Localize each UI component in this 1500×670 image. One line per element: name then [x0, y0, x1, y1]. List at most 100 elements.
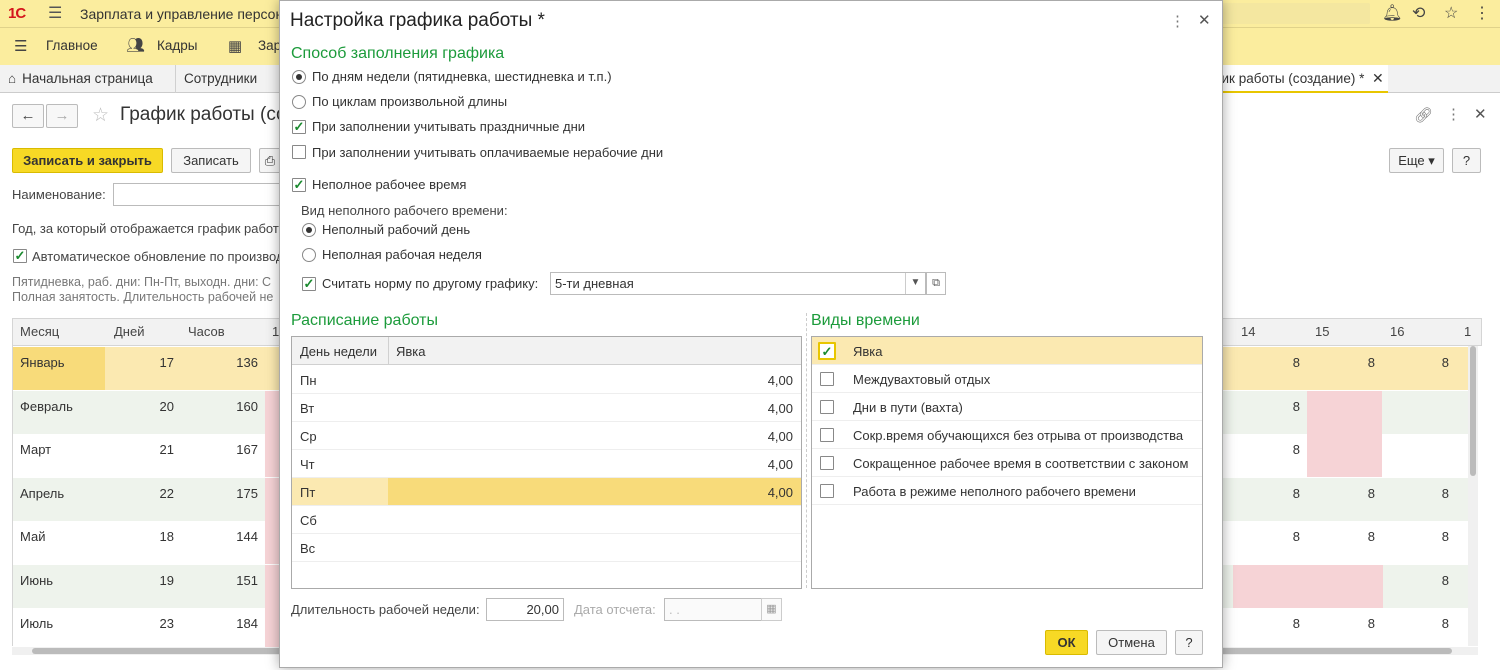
close-icon[interactable]: ✕ [1474, 105, 1487, 123]
holiday-cell [265, 521, 279, 564]
norm-other-checkbox[interactable]: ✓ [302, 277, 316, 291]
weekday-cell: Пн [300, 373, 317, 388]
col-weekday: День недели [300, 344, 377, 359]
favorite-icon[interactable]: ☆ [92, 104, 109, 127]
col-day-15: 15 [1315, 324, 1330, 339]
time-kind-checkbox[interactable] [820, 456, 834, 470]
auto-update-checkbox[interactable]: ✓ [13, 249, 27, 263]
more-label: Еще [1398, 153, 1425, 168]
people-icon: 👥︎ [126, 37, 146, 54]
menu-item-main[interactable]: Главное [46, 38, 98, 53]
time-kind-row[interactable]: Работа в режиме неполного рабочего време… [812, 477, 1202, 505]
more-icon[interactable]: ⋮ [1446, 105, 1461, 123]
more-button[interactable]: Еще ▾ [1389, 148, 1444, 173]
page-title: График работы (со [120, 104, 287, 125]
schedule-row[interactable]: Чт 4,00 [292, 450, 801, 478]
menu-icon[interactable]: ☰ [48, 3, 62, 23]
more-icon[interactable]: ⋮ [1474, 3, 1490, 23]
time-kind-checkbox[interactable] [820, 400, 834, 414]
help-button[interactable]: ? [1452, 148, 1481, 173]
schedule-row[interactable]: Пт 4,00 [292, 478, 801, 506]
tab-employees[interactable]: Сотрудники [176, 65, 280, 93]
time-kind-checkbox[interactable]: ✓ [818, 342, 836, 360]
help-button[interactable]: ? [1175, 630, 1203, 655]
cancel-button[interactable]: Отмена [1096, 630, 1167, 655]
grid-cell-month: Май [20, 529, 46, 544]
time-kind-row[interactable]: ✓ Явка [812, 337, 1202, 365]
splitter [806, 313, 807, 588]
norm-schedule-select[interactable]: 5-ти дневная ▼ [550, 272, 926, 295]
chevron-down-icon[interactable]: ▼ [905, 273, 925, 294]
holidays-checkbox[interactable]: ✓ [292, 120, 306, 134]
norm-other-label: Считать норму по другому графику: [322, 276, 539, 291]
grid-cell-c14: 8 [1292, 398, 1300, 414]
time-kinds-title: Виды времени [811, 312, 920, 329]
time-kind-checkbox[interactable] [820, 484, 834, 498]
save-button[interactable]: Записать [171, 148, 251, 173]
tab-home[interactable]: ⌂ Начальная страница [0, 65, 176, 93]
schedule-row[interactable]: Вс [292, 534, 801, 562]
paid-nonwork-checkbox[interactable] [292, 145, 306, 159]
grid-cell-month: Февраль [20, 398, 73, 414]
parttime-checkbox[interactable]: ✓ [292, 178, 306, 192]
weekdays-radio[interactable] [292, 70, 306, 84]
save-close-button[interactable]: Записать и закрыть [12, 148, 163, 173]
forward-button[interactable]: → [46, 104, 78, 128]
grid-cell-c14: 8 [1292, 442, 1300, 457]
menu-item-salary[interactable]: Зар [258, 38, 281, 53]
close-icon[interactable]: ✕ [1372, 70, 1384, 87]
year-label: Год, за который отображается график рабо… [12, 221, 279, 236]
grid-cell-c15: 8 [1367, 616, 1375, 631]
fill-method-title: Способ заполнения графика [291, 45, 505, 62]
bell-icon[interactable]: 🔔︎ [1382, 3, 1402, 23]
paid-nonwork-label: При заполнении учитывать оплачиваемые не… [312, 145, 664, 160]
schedule-row[interactable]: Пн 4,00 [292, 366, 801, 394]
grid-cell-c16: 8 [1441, 572, 1449, 588]
search-input[interactable] [1218, 3, 1370, 24]
holiday-cell [1307, 390, 1382, 434]
presence-cell: 4,00 [767, 401, 793, 416]
name-input[interactable] [113, 183, 283, 206]
menu-item-hr[interactable]: Кадры [157, 38, 197, 53]
partweek-radio[interactable] [302, 248, 316, 262]
time-kind-row[interactable]: Междувахтовый отдых [812, 365, 1202, 393]
link-icon[interactable]: 🔗︎ [1414, 106, 1433, 124]
scroll-thumb[interactable] [1470, 346, 1476, 476]
star-icon[interactable]: ☆ [1444, 3, 1458, 23]
cycles-radio[interactable] [292, 95, 306, 109]
date-input[interactable]: . . [664, 598, 762, 621]
history-icon[interactable]: ⟲ [1412, 3, 1425, 23]
schedule-row[interactable]: Вт 4,00 [292, 394, 801, 422]
time-kind-row[interactable]: Сокр.время обучающихся без отрыва от про… [812, 421, 1202, 449]
schedule-row[interactable]: Сб [292, 506, 801, 534]
partday-radio[interactable] [302, 223, 316, 237]
tab-schedule[interactable]: рик работы (создание) * ✕ [1208, 65, 1388, 93]
open-icon[interactable]: ⧉ [926, 272, 946, 295]
week-length-label: Длительность рабочей недели: [291, 602, 480, 617]
dialog-title: Настройка графика работы * [290, 10, 545, 31]
time-kind-label: Дни в пути (вахта) [853, 400, 963, 415]
calendar-icon[interactable]: ▦ [761, 598, 782, 621]
print-button[interactable]: ⎙ [259, 148, 281, 173]
grid-cell-month: Июнь [20, 572, 54, 588]
more-icon[interactable]: ⋮ [1170, 12, 1185, 30]
time-kind-checkbox[interactable] [820, 428, 834, 442]
col-hours: Часов [188, 324, 225, 339]
time-kind-label: Сокращенное рабочее время в соответствии… [853, 456, 1189, 471]
weekday-cell: Вт [300, 401, 315, 416]
cycles-label: По циклам произвольной длины [312, 94, 508, 109]
time-kind-label: Сокр.время обучающихся без отрыва от про… [853, 428, 1184, 443]
vertical-scrollbar[interactable] [1468, 346, 1478, 646]
ok-button[interactable]: ОК [1045, 630, 1088, 655]
col-month: Месяц [20, 324, 60, 339]
time-kind-row[interactable]: Сокращенное рабочее время в соответствии… [812, 449, 1202, 477]
back-button[interactable]: ← [12, 104, 44, 128]
time-kind-row[interactable]: Дни в пути (вахта) [812, 393, 1202, 421]
week-length-input[interactable]: 20,00 [486, 598, 564, 621]
presence-cell: 4,00 [767, 457, 793, 472]
time-kind-checkbox[interactable] [820, 372, 834, 386]
close-icon[interactable]: ✕ [1198, 11, 1211, 29]
description-line: Пятидневка, раб. дни: Пн-Пт, выходн. дни… [12, 275, 272, 289]
schedule-row[interactable]: Ср 4,00 [292, 422, 801, 450]
grid-cell-days: 23 [159, 616, 174, 631]
